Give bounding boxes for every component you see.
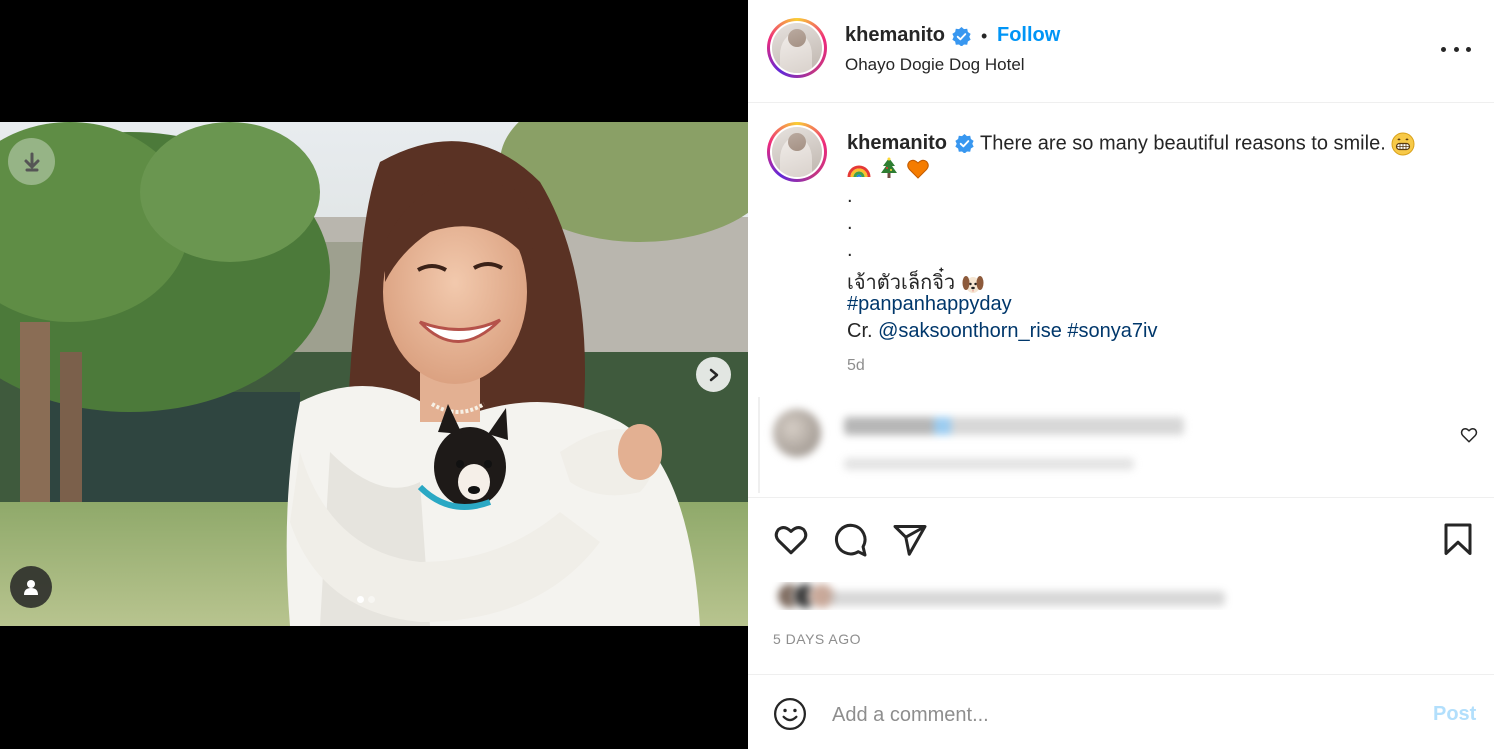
author-avatar[interactable] [767, 18, 827, 78]
caption-hashtag-line: #panpanhappyday [847, 293, 1012, 316]
verified-badge-icon [952, 27, 971, 46]
caption-time: 5d [847, 357, 865, 374]
orange-heart-icon [907, 159, 929, 179]
credit-prefix: Cr. [847, 320, 873, 342]
hashtag-link[interactable]: #sonya7iv [1067, 320, 1157, 342]
heart-icon[interactable] [773, 522, 809, 558]
author-username[interactable]: khemanito [845, 24, 945, 47]
comment-input[interactable] [832, 699, 1392, 731]
download-button[interactable] [8, 138, 55, 185]
comment-meta-blurred [844, 458, 1134, 470]
rainbow-icon [847, 165, 871, 178]
caption-text-wrap: There are so many beautiful reasons to s… [980, 132, 1415, 156]
comment-like-icon[interactable] [1460, 426, 1478, 444]
smiley-icon[interactable] [773, 697, 807, 731]
caption-dot-line: . [847, 185, 853, 207]
likes-summary[interactable] [748, 582, 1494, 610]
post-photo[interactable] [0, 122, 748, 626]
chevron-right-icon [709, 368, 718, 381]
christmas-tree-icon [880, 157, 897, 178]
comment-icon[interactable] [832, 522, 868, 558]
caption-thai-text: เจ้าตัวเล็กจิ๋ว [847, 272, 956, 294]
post-caption: khemanito There are so many beautiful re… [748, 103, 1494, 398]
follow-button[interactable]: Follow [997, 24, 1060, 47]
add-comment-bar: Post [748, 674, 1494, 749]
bookmark-icon[interactable] [1440, 522, 1476, 558]
photo-illustration [0, 122, 748, 626]
download-arrow-icon [24, 152, 39, 171]
post-comment-button[interactable]: Post [1433, 703, 1476, 726]
comment-item [758, 397, 1494, 493]
user-tag-icon [24, 580, 38, 595]
post-header: khemanito • Follow Ohayo Dogie Dog Hotel [748, 0, 1494, 103]
caption-text: There are so many beautiful reasons to s… [980, 132, 1386, 155]
hashtag-link[interactable]: #panpanhappyday [847, 293, 1012, 315]
post-media [0, 0, 748, 749]
caption-emoji-line [847, 157, 930, 181]
header-separator: • [981, 26, 988, 46]
post-date: 5 DAYS AGO [773, 631, 861, 647]
caption-dot-line: . [847, 212, 853, 234]
grinning-face-icon [1391, 132, 1415, 156]
carousel-indicator [357, 596, 375, 603]
tagged-users-button[interactable] [10, 566, 52, 608]
caption-avatar[interactable] [767, 122, 827, 182]
more-options-icon[interactable] [1441, 36, 1471, 62]
likes-text-blurred [830, 591, 1225, 606]
location-link[interactable]: Ohayo Dogie Dog Hotel [845, 55, 1025, 75]
carousel-dot-active [357, 596, 364, 603]
commenter-avatar[interactable] [773, 409, 821, 457]
caption-dot-line: . [847, 239, 853, 261]
carousel-next-button[interactable] [696, 357, 731, 392]
verified-badge-icon [955, 134, 974, 153]
post-actions: 5 DAYS AGO [748, 497, 1494, 674]
mention-link[interactable]: @saksoonthorn_rise [878, 320, 1062, 342]
caption-credit-line: Cr. @saksoonthorn_rise #sonya7iv [847, 320, 1157, 343]
carousel-dot [368, 596, 375, 603]
caption-username[interactable]: khemanito [847, 132, 947, 155]
share-icon[interactable] [892, 522, 928, 558]
comment-text-blurred [844, 417, 1184, 435]
post-side-panel: khemanito • Follow Ohayo Dogie Dog Hotel… [748, 0, 1494, 749]
